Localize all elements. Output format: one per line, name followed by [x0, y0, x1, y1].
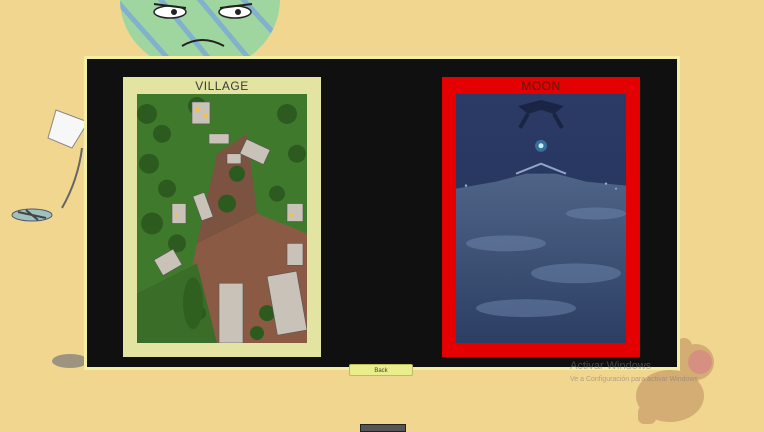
level-title-moon: MOON: [521, 79, 561, 93]
level-card-moon[interactable]: MOON: [442, 77, 640, 357]
watermark-subtitle: Ve a Configuración para activar Windows.: [570, 376, 700, 383]
level-title-village: VILLAGE: [195, 79, 249, 93]
level-select-panel: VILLAGE MOON: [84, 56, 680, 370]
village-preview-image: [137, 94, 307, 343]
level-card-village[interactable]: VILLAGE: [123, 77, 321, 357]
back-button[interactable]: Back: [349, 364, 413, 376]
ground-shadow-decoration: [52, 354, 88, 368]
lamp-decoration: [11, 109, 89, 222]
moon-preview-image: [456, 94, 626, 343]
watermark-title: Activar Windows: [570, 360, 652, 372]
windows-activation-watermark: Activar Windows Ve a Configuración para …: [570, 360, 700, 383]
glow-star-icon: [535, 139, 547, 152]
bottom-taskbar-thumbnail: [360, 424, 406, 432]
